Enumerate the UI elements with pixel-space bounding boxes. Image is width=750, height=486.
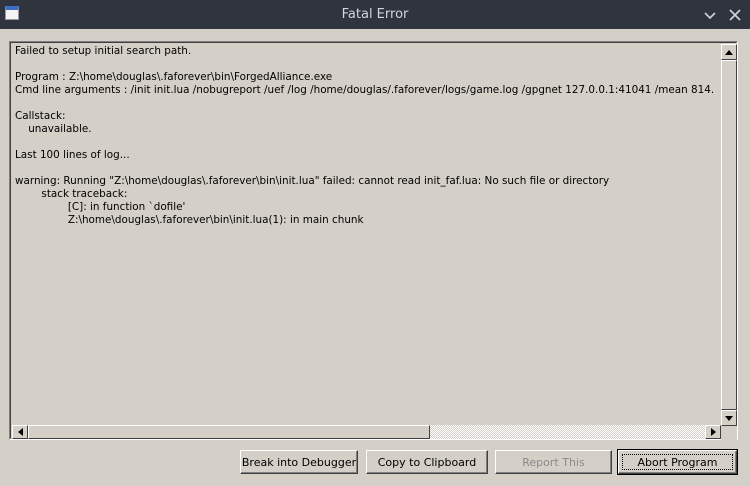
log-line: Failed to setup initial search path. xyxy=(15,45,192,57)
scrollbar-corner xyxy=(721,426,737,440)
close-icon[interactable] xyxy=(727,7,743,23)
log-line: warning: Running "Z:\home\douglas\.fafor… xyxy=(15,175,610,187)
horizontal-scrollbar[interactable] xyxy=(12,425,721,439)
log-line: stack traceback: xyxy=(15,188,128,200)
scroll-right-icon[interactable] xyxy=(705,425,721,439)
log-line: Z:\home\douglas\.faforever\bin\init.lua(… xyxy=(15,214,364,226)
title-bar[interactable]: Fatal Error xyxy=(0,0,750,29)
log-line: Program : Z:\home\douglas\.faforever\bin… xyxy=(15,71,333,83)
vertical-scrollbar[interactable] xyxy=(721,44,737,426)
log-line: Callstack: xyxy=(15,110,66,122)
vertical-scroll-thumb[interactable] xyxy=(721,60,737,410)
error-log-text: Failed to setup initial search path. Prog… xyxy=(15,45,715,420)
scroll-down-icon[interactable] xyxy=(721,410,737,426)
abort-program-label: Abort Program xyxy=(637,455,718,469)
copy-to-clipboard-button[interactable]: Copy to Clipboard xyxy=(366,450,488,474)
window-title: Fatal Error xyxy=(341,7,409,22)
log-line: Last 100 lines of log... xyxy=(15,149,130,161)
error-log-textbox[interactable]: Failed to setup initial search path. Prog… xyxy=(9,41,738,440)
abort-program-button[interactable]: Abort Program xyxy=(617,449,738,475)
log-line: unavailable. xyxy=(15,123,92,135)
break-into-debugger-button[interactable]: Break into Debugger xyxy=(240,450,358,474)
log-line: Cmd line arguments : /init init.lua /nob… xyxy=(15,84,715,96)
chevron-down-icon[interactable] xyxy=(702,7,718,23)
log-line: [C]: in function `dofile' xyxy=(15,201,186,213)
scroll-up-icon[interactable] xyxy=(721,44,737,60)
scroll-left-icon[interactable] xyxy=(12,425,28,439)
report-this-button: Report This xyxy=(495,450,612,474)
horizontal-scroll-thumb[interactable] xyxy=(28,425,430,439)
